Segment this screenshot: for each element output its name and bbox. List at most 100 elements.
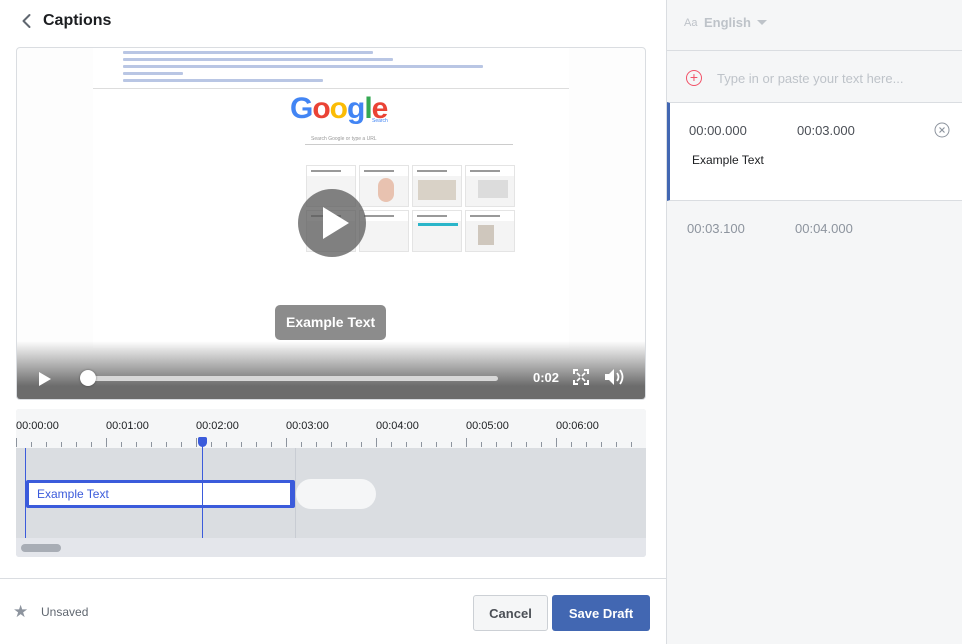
cue-start-time[interactable]: 00:00.000 — [689, 123, 747, 138]
timeline-tick — [196, 438, 197, 447]
frame-tile — [359, 210, 409, 252]
frame-text-line — [123, 65, 483, 68]
cue-start-time[interactable]: 00:03.100 — [687, 221, 745, 236]
fullscreen-icon[interactable] — [573, 369, 589, 385]
cancel-button[interactable]: Cancel — [473, 595, 548, 631]
timeline-tick — [481, 442, 482, 447]
timeline-tick — [316, 442, 317, 447]
caption-overlay: Example Text — [275, 305, 387, 340]
logo-letter: G — [290, 92, 313, 125]
timeline-scrollbar[interactable] — [16, 538, 646, 557]
timeline-playhead[interactable] — [198, 437, 207, 538]
timeline-tick — [241, 442, 242, 447]
caption-text-input[interactable] — [717, 66, 947, 90]
chevron-down-icon[interactable] — [757, 20, 767, 25]
logo-letter: o — [329, 92, 348, 125]
volume-icon[interactable] — [603, 367, 627, 387]
timeline-caption-text: Example Text — [37, 487, 109, 501]
timeline-tick — [631, 442, 632, 447]
timeline-tick — [166, 442, 167, 447]
timeline-caption-block-empty[interactable] — [296, 479, 376, 509]
save-draft-button[interactable]: Save Draft — [552, 595, 650, 631]
timeline-tick — [586, 442, 587, 447]
caption-end-marker — [295, 448, 296, 538]
video-scrubber[interactable] — [80, 370, 498, 386]
language-icon: Aa — [684, 17, 698, 29]
scrubber-handle[interactable] — [80, 370, 96, 386]
frame-text-line — [123, 51, 373, 54]
timeline-tick — [181, 442, 182, 447]
timeline-tick — [466, 438, 467, 447]
logo-letter: g — [347, 92, 365, 125]
caption-cue[interactable]: 00:03.100 00:04.000 — [667, 201, 962, 253]
timeline-tick-label: 00:06:00 — [556, 420, 599, 432]
playhead-handle[interactable] — [198, 437, 207, 447]
timeline-tick-label: 00:05:00 — [466, 420, 509, 432]
timeline-tick — [541, 442, 542, 447]
close-icon[interactable] — [934, 122, 950, 138]
captions-editor: Captions Search Google or type a URL Goo… — [0, 0, 962, 644]
timeline-tick — [421, 442, 422, 447]
timeline-tick — [331, 442, 332, 447]
timeline-tick — [496, 442, 497, 447]
play-overlay-button[interactable] — [298, 189, 366, 257]
language-selector[interactable]: Aa English — [667, 0, 962, 51]
timeline-tick — [451, 442, 452, 447]
frame-search-bar: Search Google or type a URL — [305, 133, 513, 145]
play-icon[interactable] — [37, 371, 53, 387]
timeline-tick-label: 00:02:00 — [196, 420, 239, 432]
caption-timeline[interactable]: 00:00:00 00:01:00 00:02:00 00:03:00 00:04:00… — [16, 409, 646, 557]
star-icon: ★ — [13, 602, 29, 621]
timeline-tick — [391, 442, 392, 447]
add-icon[interactable]: + — [686, 70, 702, 86]
timeline-tick — [226, 442, 227, 447]
timeline-tick — [556, 438, 557, 447]
logo-letter: l — [364, 92, 372, 125]
timeline-tick-label: 00:00:00 — [16, 420, 59, 432]
timeline-tick — [616, 442, 617, 447]
logo-letter: o — [312, 92, 330, 125]
timeline-tick — [106, 438, 107, 447]
timeline-tick — [301, 442, 302, 447]
frame-tile — [359, 165, 409, 207]
current-time: 0:02 — [533, 370, 560, 385]
timeline-tick — [16, 438, 17, 447]
timeline-tick-label: 00:01:00 — [106, 420, 149, 432]
video-player[interactable]: Search Google or type a URL Google Searc… — [16, 47, 646, 400]
frame-tile — [465, 210, 515, 252]
timeline-ruler[interactable]: 00:00:00 00:01:00 00:02:00 00:03:00 00:04:00… — [16, 409, 646, 448]
timeline-track: Example Text — [16, 448, 646, 538]
editor-main: Captions Search Google or type a URL Goo… — [0, 0, 666, 644]
save-status: Unsaved — [41, 605, 89, 619]
timeline-tick — [271, 442, 272, 447]
timeline-tick — [91, 442, 92, 447]
timeline-tick — [211, 442, 212, 447]
cue-end-time[interactable]: 00:04.000 — [795, 221, 853, 236]
timeline-tick — [511, 442, 512, 447]
timeline-tick — [121, 442, 122, 447]
page-title: Captions — [43, 12, 112, 29]
timeline-caption-block[interactable]: Example Text — [26, 480, 295, 508]
timeline-tick — [526, 442, 527, 447]
frame-divider — [93, 88, 569, 89]
header: Captions — [0, 0, 666, 44]
timeline-tick — [376, 438, 377, 447]
timeline-tick-label: 00:04:00 — [376, 420, 419, 432]
caption-cue-selected[interactable]: 00:00.000 00:03.000 Example Text — [667, 102, 962, 201]
timeline-tick — [286, 438, 287, 447]
cue-text[interactable]: Example Text — [692, 153, 764, 167]
frame-text-line — [123, 58, 393, 61]
language-label[interactable]: English — [704, 15, 751, 30]
cue-end-time[interactable]: 00:03.000 — [797, 123, 855, 138]
frame-tile — [412, 210, 462, 252]
caption-list-panel: Aa English + 00:00.000 00:03.000 Example… — [666, 0, 962, 644]
add-caption-row: + — [667, 52, 962, 102]
timeline-tick — [61, 442, 62, 447]
timeline-tick — [436, 442, 437, 447]
frame-tile — [412, 165, 462, 207]
timeline-tick — [571, 442, 572, 447]
frame-google-sub: Search — [372, 118, 388, 124]
footer: ★ Unsaved Cancel Save Draft — [0, 578, 666, 644]
timeline-scroll-thumb[interactable] — [21, 544, 61, 552]
chevron-left-icon[interactable] — [18, 12, 36, 30]
